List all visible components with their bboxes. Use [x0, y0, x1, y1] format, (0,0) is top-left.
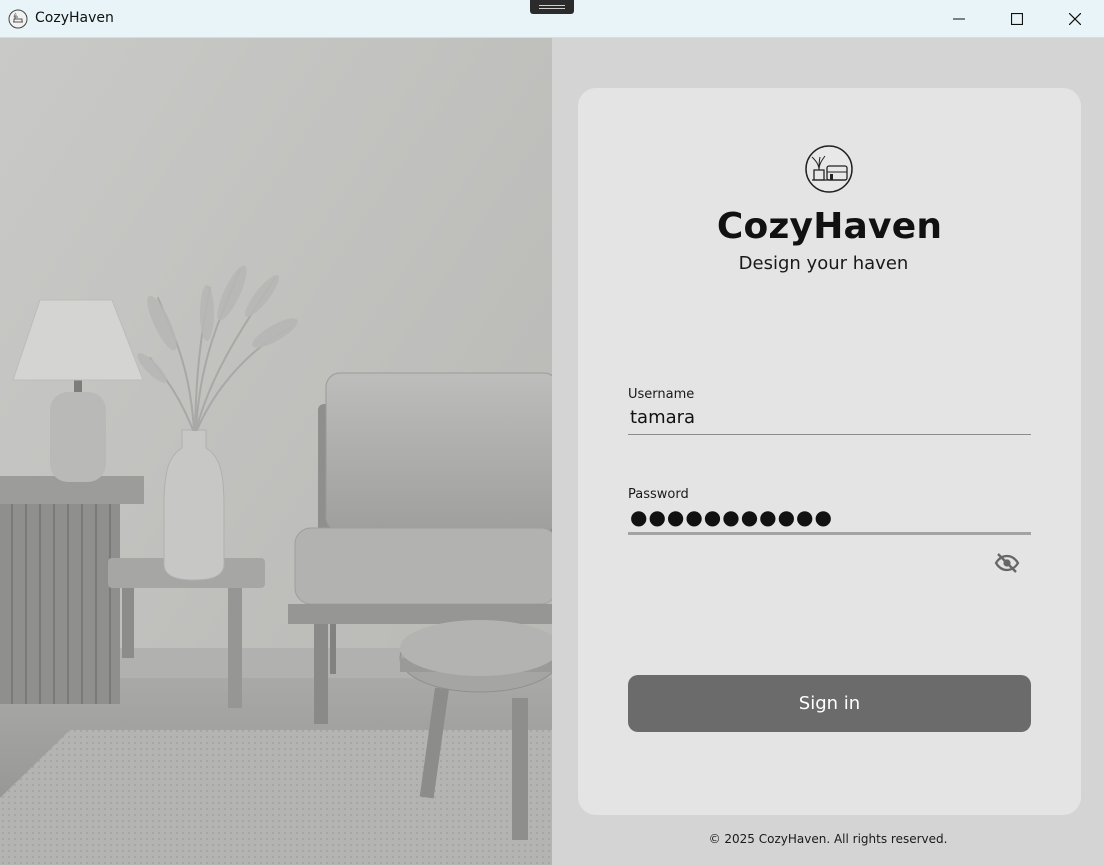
maximize-button[interactable] [988, 0, 1046, 38]
tagline: Design your haven [738, 253, 909, 274]
window-title: CozyHaven [35, 10, 114, 26]
sign-in-button[interactable]: Sign in [628, 675, 1031, 732]
eye-off-icon[interactable] [994, 550, 1020, 576]
title-bar[interactable]: CozyHaven [0, 0, 1104, 38]
close-icon [1069, 13, 1081, 25]
password-input[interactable] [628, 501, 1031, 535]
brand-title: CozyHaven [716, 206, 943, 247]
minimize-button[interactable] [930, 0, 988, 38]
close-button[interactable] [1046, 0, 1104, 38]
maximize-icon [1011, 13, 1023, 25]
username-input[interactable] [628, 401, 1031, 435]
hero-image [0, 38, 552, 865]
password-label: Password [628, 487, 689, 502]
login-panel: CozyHaven Design your haven Username Pas… [552, 38, 1104, 865]
login-card: CozyHaven Design your haven Username Pas… [578, 88, 1081, 815]
username-label: Username [628, 387, 695, 402]
cozyhaven-logo-icon [805, 145, 853, 193]
copyright-footer: © 2025 CozyHaven. All rights reserved. [708, 832, 948, 846]
drag-handle[interactable] [530, 0, 574, 14]
minimize-icon [953, 18, 965, 20]
cozyhaven-logo-icon [8, 9, 28, 29]
